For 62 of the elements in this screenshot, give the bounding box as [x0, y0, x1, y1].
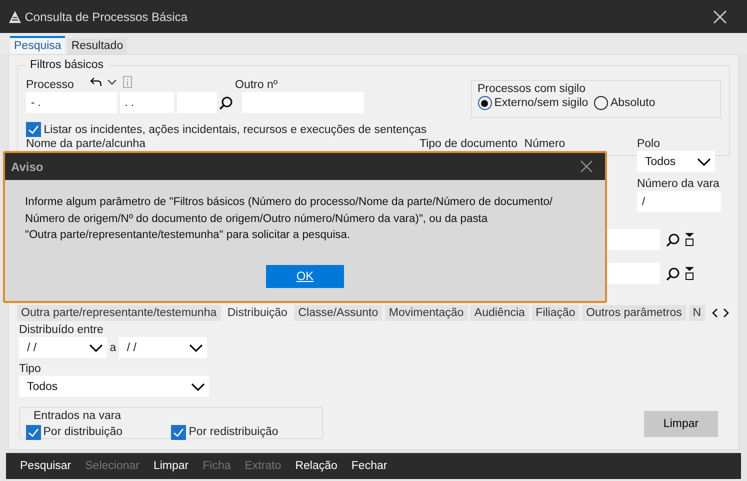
- search-icon[interactable]: [219, 96, 234, 110]
- tab[interactable]: Classe/Assunto: [294, 305, 382, 321]
- clear-button[interactable]: Limpar: [644, 411, 718, 437]
- radio-label: Externo/sem sigilo: [494, 96, 588, 110]
- tab[interactable]: Movimentação: [384, 305, 468, 321]
- app-logo-icon: [8, 10, 22, 24]
- search-icon[interactable]: [666, 232, 680, 246]
- tab[interactable]: N: [688, 305, 705, 321]
- checkbox[interactable]: [26, 122, 41, 137]
- tab[interactable]: Outra parte/representante/testemunha: [17, 305, 221, 321]
- close-icon: [580, 160, 593, 173]
- tab[interactable]: Filiação: [532, 305, 580, 321]
- filter-icon[interactable]: [685, 233, 694, 246]
- radio-label: Absoluto: [610, 96, 656, 110]
- search-icon[interactable]: [666, 266, 680, 280]
- tab[interactable]: Outros parâmetros: [582, 305, 686, 321]
- chevron-down-icon: [89, 342, 103, 354]
- chevron-right-icon[interactable]: [723, 308, 730, 318]
- checkbox[interactable]: [26, 424, 40, 440]
- tab[interactable]: Audiência: [470, 305, 529, 321]
- group-title: Processos com sigilo: [478, 82, 587, 96]
- pole-select[interactable]: Todos: [636, 151, 715, 172]
- field-label: Polo: [636, 137, 662, 151]
- process-number-field[interactable]: - .: [26, 92, 117, 113]
- ok-button[interactable]: OK: [266, 264, 344, 288]
- dialog-title: Aviso: [11, 158, 44, 176]
- type-select[interactable]: Todos: [19, 376, 209, 397]
- window-title: Consulta de Processos Básica: [24, 8, 188, 26]
- date-select[interactable]: / /: [19, 337, 107, 358]
- checkbox[interactable]: [171, 424, 186, 440]
- close-icon: [713, 10, 727, 24]
- checkbox-label: Por redistribuição: [188, 425, 278, 439]
- chevron-down-icon: [191, 380, 205, 392]
- filter-icon[interactable]: [685, 267, 694, 280]
- radio-button[interactable]: [594, 96, 608, 110]
- field-label: Processo: [26, 78, 75, 92]
- field-label: Número da vara: [636, 177, 720, 191]
- toolbar-button[interactable]: Pesquisar: [16, 459, 82, 473]
- court-number-field[interactable]: /: [636, 191, 721, 212]
- field-label: Nome da parte/alcunha: [26, 137, 147, 151]
- chevron-down-icon: [696, 156, 711, 168]
- checkbox-label: Listar os incidentes, ações incidentais, recursos e execuções de sentenças: [44, 122, 427, 136]
- radio-button[interactable]: [478, 96, 492, 110]
- process-year-field[interactable]: . .: [120, 92, 174, 113]
- toolbar-button[interactable]: Relação: [291, 459, 348, 473]
- field-label: Tipo de documento: [419, 137, 519, 151]
- dialog-message: Informe algum parâmetro de "Filtros básicos (Número do processo/Nome da parte/Número de documento/ Número de origem/Nº do documento de origem/Outro número/Número da vara)", ou da pasta "Outra parte/representante/testemunha" para solicitar a pesquisa.: [24, 195, 554, 243]
- undo-arrow-icon[interactable]: [90, 77, 102, 87]
- chevron-down-icon: [188, 342, 203, 354]
- date-select[interactable]: / /: [118, 337, 207, 358]
- field-label: Número: [524, 137, 566, 151]
- field-label: Tipo: [19, 362, 42, 376]
- tab[interactable]: Resultado: [67, 38, 128, 54]
- toolbar-button[interactable]: Limpar: [149, 459, 199, 473]
- chevron-left-icon[interactable]: [710, 308, 718, 318]
- field-label: Outro nº: [235, 78, 278, 92]
- connector-label: a: [110, 340, 116, 354]
- tab[interactable]: Pesquisa: [10, 36, 66, 54]
- chevron-down-icon[interactable]: [107, 78, 117, 86]
- field-label: Distribuído entre: [19, 323, 104, 337]
- toolbar-button[interactable]: Fechar: [347, 459, 398, 473]
- checkbox-label: Por distribuição: [43, 425, 123, 439]
